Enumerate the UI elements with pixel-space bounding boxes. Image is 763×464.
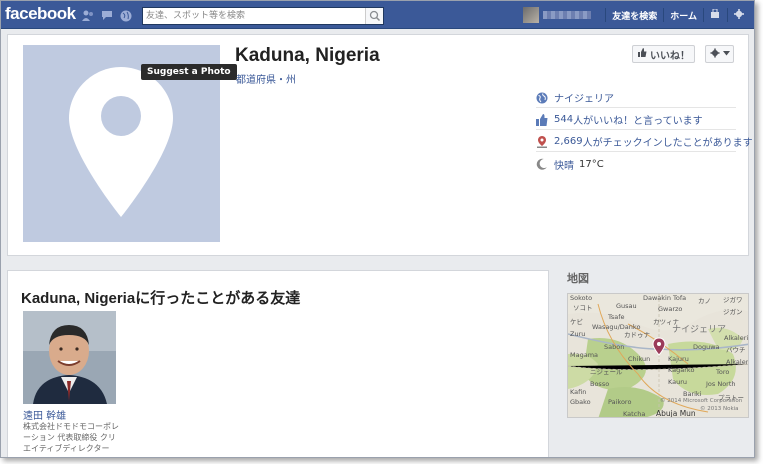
- search-box: [142, 7, 384, 25]
- map-place-label: Wasagu/Danko: [592, 323, 640, 331]
- thumbs-up-icon: [638, 48, 647, 60]
- map-place-label: Paikoro: [608, 398, 631, 406]
- map-place-label: カドゥナ: [624, 331, 650, 339]
- messages-icon[interactable]: [101, 10, 114, 21]
- like-button[interactable]: いいね！: [632, 45, 695, 63]
- home-link[interactable]: ホーム: [670, 9, 697, 22]
- top-navigation-bar: facebook 友達を検索 ホーム: [1, 1, 754, 29]
- profile-name-blurred[interactable]: [543, 11, 592, 19]
- info-row-country: ナイジェリア: [536, 88, 736, 108]
- map-place-label: Gbako: [570, 398, 591, 406]
- suggest-photo-button[interactable]: Suggest a Photo: [141, 64, 237, 80]
- map-place-label: Doguwa: [693, 343, 720, 351]
- place-photo-placeholder[interactable]: Suggest a Photo: [23, 45, 237, 242]
- like-button-label: いいね！: [650, 50, 690, 62]
- friend-requests-icon[interactable]: [82, 10, 95, 21]
- map-place-label: バウチ: [726, 346, 746, 354]
- privacy-shortcuts-icon[interactable]: [710, 8, 721, 22]
- map-place-label: Alkaleri: [724, 334, 748, 342]
- map-place-label: Dawakin Tofa: [643, 294, 686, 302]
- map-heading: 地図: [567, 272, 589, 285]
- place-header-card: Suggest a Photo Kaduna, Nigeria 都道府県・州 い…: [7, 34, 753, 256]
- page-title: Kaduna, Nigeria: [235, 45, 380, 66]
- chevron-down-icon: [722, 49, 730, 59]
- nav-divider: [663, 8, 665, 22]
- friends-visited-heading: Kaduna, Nigeriaに行ったことがある友達: [21, 290, 301, 307]
- globe-icon: [536, 92, 548, 103]
- map-place-label: Katcha: [623, 410, 645, 418]
- map-place-label: Chikun: [628, 355, 650, 363]
- map-place-label: Gwarzo: [658, 305, 682, 313]
- find-friends-link[interactable]: 友達を検索: [612, 9, 657, 22]
- map-place-label: Zuru: [570, 330, 585, 338]
- nav-divider: [605, 8, 607, 22]
- map-place-label: Abuja Mun: [656, 409, 696, 418]
- notifications-globe-icon[interactable]: [120, 10, 133, 22]
- map-place-label: Bariki: [683, 390, 702, 398]
- profile-avatar[interactable]: [523, 7, 540, 23]
- map-place-label: Kauru: [668, 378, 687, 386]
- settings-gear-icon[interactable]: [734, 8, 744, 22]
- map-place-label: Kagarko: [668, 366, 694, 374]
- map-place-label: ジガン: [723, 307, 743, 316]
- friend-photo[interactable]: [23, 311, 116, 404]
- friend-avatar-image: [23, 311, 116, 404]
- info-row-weather: 快晴 17°C: [536, 154, 736, 174]
- gear-icon: [710, 48, 720, 61]
- info-row-likes: 544 人がいいね！と言っています: [536, 110, 736, 130]
- search-button[interactable]: [365, 8, 383, 24]
- map-copyright: © 2013 Nokia: [700, 405, 739, 412]
- map-place-label: ソコト: [573, 304, 593, 312]
- map-copyright: © 2014 Microsoft Corporation: [660, 397, 743, 404]
- friends-visited-card: Kaduna, Nigeriaに行ったことがある友達 遠田 幹雄 株式会社ドモド…: [7, 270, 549, 457]
- nav-divider: [703, 8, 704, 22]
- map-place-label: Sabon: [604, 343, 624, 351]
- facebook-logo[interactable]: facebook: [5, 4, 76, 24]
- checkins-text[interactable]: 人がチェックインしたことがあります: [583, 134, 753, 149]
- likes-text[interactable]: 人がいいね！と言っています: [573, 112, 703, 127]
- map-place-label: ジガワ: [723, 295, 743, 304]
- info-row-checkins: 2,669 人がチェックインしたことがあります: [536, 132, 753, 152]
- map-place-label: ニジェール: [590, 368, 623, 376]
- weather-moon-icon: [536, 158, 547, 170]
- map-place-label: Gusau: [616, 302, 637, 310]
- search-input[interactable]: [146, 9, 366, 23]
- search-icon: [369, 10, 381, 22]
- checkin-pin-icon: [537, 135, 547, 148]
- browser-frame: facebook 友達を検索 ホーム: [0, 0, 755, 458]
- weather-condition[interactable]: 快晴: [554, 157, 574, 172]
- map-place-label: Tsafe: [607, 313, 625, 321]
- temperature: 17°C: [579, 158, 604, 170]
- map-place-label: Magama: [570, 351, 598, 359]
- map-place-label: Sokoto: [570, 294, 592, 302]
- country-link[interactable]: ナイジェリア: [554, 90, 614, 105]
- friend-name-link[interactable]: 遠田 幹雄: [23, 407, 66, 422]
- map-place-label: Alkalere: [726, 358, 749, 366]
- checkins-count[interactable]: 2,669: [554, 136, 583, 147]
- friend-description: 株式会社ドモドモコーポレーション 代表取締役 クリエイティブディレクター: [23, 422, 119, 453]
- nav-right: 友達を検索 ホーム: [523, 6, 744, 24]
- map-place-label: Toro: [715, 368, 729, 376]
- page-options-button[interactable]: [705, 45, 734, 63]
- map-place-label: カノ: [698, 297, 711, 305]
- location-map[interactable]: Sokoto Dawakin Tofa カノ ジガワ Gusau ソコト Gwa…: [567, 293, 749, 418]
- map-country-label: ナイジェリア: [672, 324, 726, 335]
- nav-divider: [727, 8, 728, 22]
- map-place-label: ケビ: [570, 317, 583, 326]
- map-place-label: Kafin: [570, 388, 586, 396]
- map-place-label: Kajuru: [668, 355, 689, 363]
- likes-count[interactable]: 544: [554, 114, 573, 125]
- map-image: Sokoto Dawakin Tofa カノ ジガワ Gusau ソコト Gwa…: [568, 294, 749, 418]
- map-place-label: Jos North: [705, 380, 736, 388]
- map-place-label: Bosso: [590, 380, 609, 388]
- place-category-link[interactable]: 都道府県・州: [236, 71, 296, 86]
- thumbs-up-icon: [536, 113, 548, 126]
